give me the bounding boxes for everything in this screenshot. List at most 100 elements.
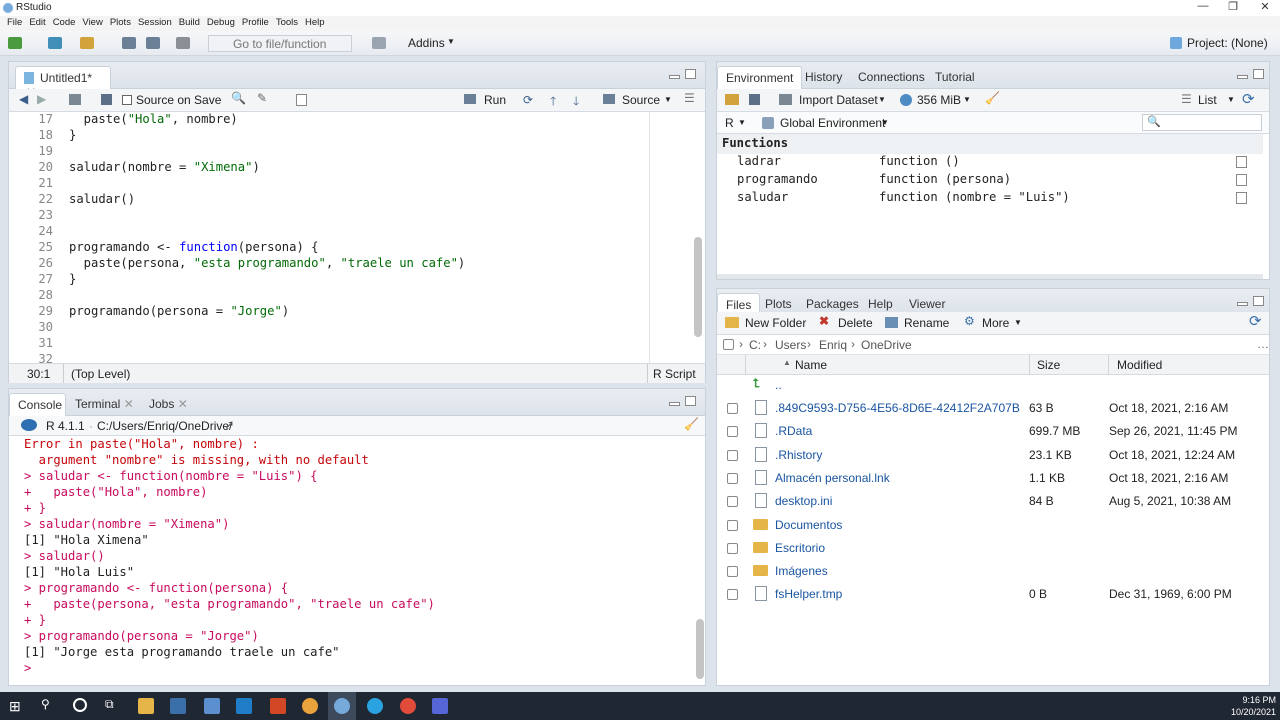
file-name-link[interactable]: fsHelper.tmp	[775, 587, 842, 601]
clock-time[interactable]: 9:16 PM	[1234, 695, 1276, 705]
view-function-icon[interactable]	[1236, 192, 1247, 204]
tab-history[interactable]: History	[797, 66, 850, 89]
scope-indicator[interactable]: (Top Level)	[71, 367, 130, 381]
menu-item-file[interactable]: File	[7, 17, 22, 28]
modified-column-header[interactable]: Modified	[1117, 358, 1162, 372]
language-selector[interactable]: R	[725, 116, 734, 130]
file-row[interactable]: .849C9593-D756-4E56-8D6E-42412F2A707B 63 …	[717, 397, 1269, 420]
minimize-pane-icon[interactable]	[669, 402, 680, 406]
code-tools-icon[interactable]: ✎	[257, 91, 267, 105]
file-name-link[interactable]: .RData	[775, 424, 812, 438]
menu-item-profile[interactable]: Profile	[242, 17, 269, 28]
file-name-link[interactable]: .849C9593-D756-4E56-8D6E-42412F2A707B	[775, 401, 1020, 415]
file-checkbox[interactable]	[727, 449, 738, 461]
menu-item-plots[interactable]: Plots	[110, 17, 131, 28]
rename-button[interactable]: Rename	[904, 316, 949, 330]
file-checkbox[interactable]	[727, 589, 738, 601]
environment-search-input[interactable]: 🔍	[1142, 114, 1262, 131]
menu-item-debug[interactable]: Debug	[207, 17, 235, 28]
menu-item-help[interactable]: Help	[305, 17, 325, 28]
file-row[interactable]: desktop.ini 84 B Aug 5, 2021, 10:38 AM	[717, 490, 1269, 513]
file-name-link[interactable]: .Rhistory	[775, 448, 822, 462]
edge-icon[interactable]	[367, 698, 383, 714]
menu-item-session[interactable]: Session	[138, 17, 172, 28]
minimize-pane-icon[interactable]	[669, 75, 680, 79]
clear-console-icon[interactable]: 🧹	[684, 417, 699, 431]
file-row[interactable]: Escritorio	[717, 537, 1269, 560]
go-to-directory-icon[interactable]: ↗	[224, 418, 234, 432]
back-icon[interactable]: ◀	[19, 92, 28, 106]
maximize-pane-icon[interactable]	[1253, 69, 1264, 79]
view-function-icon[interactable]	[1236, 174, 1247, 186]
file-checkbox[interactable]	[727, 403, 738, 414]
maximize-pane-icon[interactable]	[685, 69, 696, 79]
new-folder-button[interactable]: New Folder	[745, 316, 806, 330]
crumb-enriq[interactable]: Enriq	[819, 338, 847, 352]
environment-item[interactable]: saludar function (nombre = "Luis")	[717, 189, 1263, 207]
rerun-icon[interactable]: ⟳	[523, 93, 533, 107]
file-checkbox[interactable]	[727, 496, 738, 508]
select-all-checkbox[interactable]	[723, 339, 734, 350]
menu-item-build[interactable]: Build	[179, 17, 200, 28]
new-file-icon[interactable]	[8, 37, 22, 49]
restore-button[interactable]: ❐	[1218, 0, 1248, 13]
file-row[interactable]: Documentos	[717, 514, 1269, 537]
name-column-header[interactable]: Name	[795, 358, 827, 372]
file-row[interactable]: .RData 699.7 MB Sep 26, 2021, 11:45 PM	[717, 420, 1269, 443]
app-l-icon[interactable]	[236, 698, 252, 714]
show-in-window-icon[interactable]	[69, 94, 81, 105]
run-button[interactable]: Run	[484, 93, 506, 107]
tab-untitled1[interactable]: Untitled1* ✕	[15, 66, 111, 99]
new-project-icon[interactable]	[48, 37, 62, 49]
file-type-indicator[interactable]: R Script	[653, 367, 696, 381]
memory-usage[interactable]: 356 MiB	[917, 93, 961, 107]
clock-date[interactable]: 10/20/2021	[1230, 707, 1276, 717]
file-checkbox[interactable]	[727, 566, 738, 578]
tab-terminal[interactable]: Terminal ✕	[67, 393, 142, 416]
view-mode-menu[interactable]: List	[1198, 93, 1217, 107]
file-checkbox[interactable]	[727, 542, 738, 554]
delete-button[interactable]: Delete	[838, 316, 873, 330]
chrome-icon[interactable]	[400, 698, 416, 714]
view-function-icon[interactable]	[1236, 156, 1247, 168]
outline-icon[interactable]: ☰	[684, 91, 695, 105]
more-menu[interactable]: More	[982, 316, 1009, 330]
search-icon[interactable]: ⚲	[41, 697, 50, 711]
file-row[interactable]: .Rhistory 23.1 KB Oct 18, 2021, 12:24 AM	[717, 444, 1269, 467]
load-workspace-icon[interactable]	[725, 94, 739, 105]
menu-item-tools[interactable]: Tools	[276, 17, 298, 28]
tab-console[interactable]: Console	[9, 393, 66, 416]
file-name-link[interactable]: desktop.ini	[775, 494, 832, 508]
file-explorer-icon[interactable]	[138, 698, 154, 714]
horizontal-scrollbar[interactable]	[717, 274, 1263, 279]
code-editor[interactable]: 17 paste("Hola", nombre) 18} 19 20 saludar(n…	[9, 112, 649, 366]
chrome-canary-icon[interactable]	[302, 698, 318, 714]
tab-environment[interactable]: Environment	[717, 66, 803, 89]
clear-workspace-icon[interactable]: 🧹	[985, 91, 1000, 105]
file-row[interactable]: fsHelper.tmp 0 B Dec 31, 1969, 6:00 PM	[717, 583, 1269, 606]
project-menu[interactable]: Project: (None)	[1187, 36, 1268, 50]
maximize-pane-icon[interactable]	[1253, 296, 1264, 306]
editor-scrollbar[interactable]	[694, 237, 702, 337]
print-icon[interactable]	[176, 37, 190, 49]
menu-item-edit[interactable]: Edit	[29, 17, 45, 28]
parent-directory-row[interactable]: ⮤ ..	[717, 375, 1269, 397]
parent-directory-link[interactable]: ..	[775, 378, 782, 392]
file-checkbox[interactable]	[727, 519, 738, 531]
save-all-icon[interactable]	[146, 37, 160, 49]
file-checkbox[interactable]	[727, 472, 738, 484]
tab-connections[interactable]: Connections	[850, 66, 933, 89]
console-scrollbar[interactable]	[696, 619, 704, 679]
console-output[interactable]: Error in paste("Hola", nombre) : argumen…	[9, 437, 693, 683]
cortana-icon[interactable]	[73, 698, 87, 712]
menu-item-view[interactable]: View	[82, 17, 102, 28]
workspace-panes-icon[interactable]	[372, 37, 386, 49]
mail-icon[interactable]	[204, 698, 220, 714]
forward-icon[interactable]: ▶	[37, 92, 46, 106]
task-view-icon[interactable]: ⧉	[105, 697, 114, 712]
file-row[interactable]: Almacén personal.lnk 1.1 KB Oct 18, 2021, …	[717, 467, 1269, 490]
go-up-icon[interactable]: 🡑	[550, 92, 556, 113]
go-down-icon[interactable]: 🡓	[573, 92, 579, 113]
store-icon[interactable]	[170, 698, 186, 714]
file-checkbox[interactable]	[727, 426, 738, 438]
